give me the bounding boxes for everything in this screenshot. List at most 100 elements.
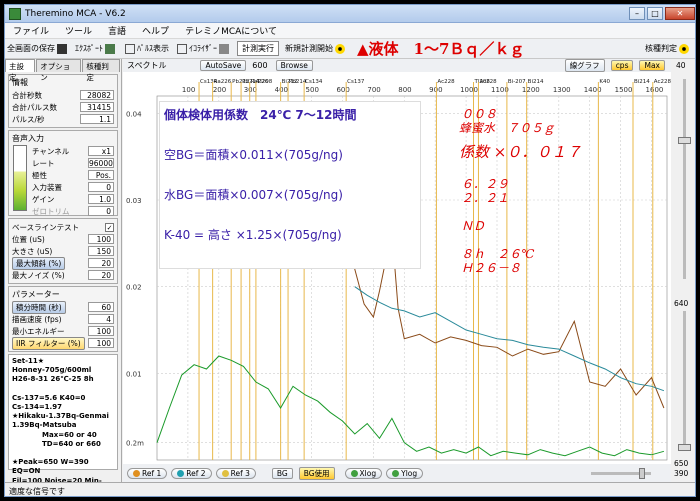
close-button[interactable]: ✕ <box>665 7 695 20</box>
new-measurement-button[interactable]: 新規計測開始 <box>285 43 345 54</box>
autosave-button[interactable]: AutoSave <box>200 60 247 71</box>
vertical-slider-track-2[interactable] <box>683 311 686 451</box>
x-tick-label: 200 <box>213 86 226 94</box>
audio-value[interactable]: Pos. <box>88 170 114 180</box>
cps-button[interactable]: cps <box>610 60 634 71</box>
equalizer-label: ｲｺﾗｲｻﾞｰ <box>189 44 217 53</box>
menu-help[interactable]: ヘルプ <box>134 24 177 37</box>
menu-language[interactable]: 言語 <box>100 24 134 37</box>
iir-filter-button[interactable]: IIR フィルター (%) <box>12 336 85 350</box>
menu-about[interactable]: テレミノMCAについて <box>177 24 285 37</box>
maximize-button[interactable]: □ <box>647 7 663 20</box>
audio-label: ゼロトリム <box>32 206 70 216</box>
params-value[interactable]: 60 <box>88 302 114 312</box>
equalizer-settings-icon <box>219 43 229 54</box>
bottom-slider-thumb[interactable] <box>639 467 645 479</box>
export-button[interactable]: ｴｸｽﾎﾟｰﾄ <box>75 43 117 54</box>
audio-value[interactable]: 96000 <box>88 158 114 168</box>
tab-options[interactable]: オプション <box>36 59 82 82</box>
menu-file[interactable]: ファイル <box>5 24 57 37</box>
baseline-value[interactable]: 100 <box>88 234 114 244</box>
nuclide-label: K40 <box>599 79 610 85</box>
equalizer-button[interactable]: ｲｺﾗｲｻﾞｰ <box>175 43 231 54</box>
integration-time-button[interactable]: 積分時間 (秒) <box>12 300 66 314</box>
params-value[interactable]: 100 <box>88 338 114 348</box>
x-tick-label: 100 <box>182 86 195 94</box>
run-measurement-button[interactable]: 計測実行 <box>237 41 279 56</box>
params-value[interactable]: 4 <box>88 314 114 324</box>
audio-value[interactable]: 0 <box>88 206 114 216</box>
baseline-value[interactable]: 150 <box>88 246 114 256</box>
tab-main-settings[interactable]: 主設定 <box>5 59 36 82</box>
vertical-slider-track[interactable] <box>683 79 686 279</box>
note-line: Max=60 or 40 TD=640 or 660 <box>42 430 101 448</box>
baseline-header: ベースラインテスト ✓ <box>12 221 114 233</box>
audio-row: 入力装置 0 <box>32 181 114 193</box>
nuclide-label: Ac228 <box>479 79 497 85</box>
note-line: Honney-705g/600ml <box>12 366 92 375</box>
xlog-label: Xlog <box>359 468 377 478</box>
params-row: 積分時間 (秒) 60 <box>12 300 114 314</box>
ref1-toggle[interactable]: Ref 1 <box>127 467 168 479</box>
audio-value[interactable]: 0 <box>88 182 114 192</box>
parameters-group: パラメーター 積分時間 (秒) 60 描画速度 (fps) 4 最小エネルギー 100… <box>8 286 118 352</box>
chart-toolbar: スペクトル AutoSave 600 Browse 線グラフ cps Max <box>123 59 671 72</box>
info-title: 情報 <box>12 78 28 87</box>
spectrum-chart-area: スペクトル AutoSave 600 Browse 線グラフ cps Max 0… <box>123 59 671 482</box>
nuclide-identify-button[interactable]: 核種判定 <box>645 43 689 54</box>
pulse-display-button[interactable]: ﾊﾟﾙｽ表示 <box>123 43 169 54</box>
audio-value[interactable]: 1.0 <box>88 194 114 204</box>
coefficient-note-box: 個体検体用係数 24℃ 7～12時間 空BG＝面積×0.011×(705g/ng… <box>159 101 421 269</box>
ref2-toggle[interactable]: Ref 2 <box>171 467 212 479</box>
tab-nuclide[interactable]: 核種判定 <box>82 59 120 82</box>
audio-title: 音声入力 <box>12 134 44 143</box>
ylog-toggle[interactable]: Ylog <box>386 467 424 479</box>
baseline-row: 大きさ (uS) 150 <box>12 245 114 257</box>
params-label: 最小エネルギー <box>12 326 65 336</box>
baseline-test-group: ベースラインテスト ✓ 位置 (uS) 100 大きさ (uS) 150 最大傾斜 (… <box>8 218 118 284</box>
x-tick-label: 300 <box>244 86 257 94</box>
max-button[interactable]: Max <box>639 60 665 71</box>
vertical-slider-thumb[interactable] <box>678 137 691 144</box>
ref3-toggle[interactable]: Ref 3 <box>215 467 256 479</box>
params-row: IIR フィルター (%) 100 <box>12 336 114 350</box>
radiation-icon <box>679 43 689 54</box>
x-tick-label: 1000 <box>460 86 478 94</box>
audio-value[interactable]: x1 <box>88 146 114 156</box>
minimize-button[interactable]: – <box>629 7 645 20</box>
baseline-label: 位置 (uS) <box>12 234 45 244</box>
left-panel: 主設定 オプション 核種判定 情報 合計秒数 28082 合計パルス数 31415 … <box>5 59 122 496</box>
bottom-slider[interactable] <box>591 467 651 479</box>
save-screen-button[interactable]: 全画面の保存 <box>7 43 69 54</box>
handwritten-line: Ｈ２６－８ <box>461 261 522 275</box>
menu-tools[interactable]: ツール <box>57 24 100 37</box>
baseline-checkbox[interactable]: ✓ <box>105 222 114 232</box>
save-screen-label: 全画面の保存 <box>7 44 55 53</box>
bg-button[interactable]: BG <box>271 467 293 479</box>
baseline-value[interactable]: 20 <box>88 258 114 268</box>
params-title: パラメーター <box>12 290 60 299</box>
y-tick-label: 0.03 <box>126 197 142 205</box>
camera-icon <box>57 43 67 54</box>
line-graph-button[interactable]: 線グラフ <box>564 59 605 72</box>
y-tick-label: 0.02 <box>126 284 142 292</box>
audio-label: チャンネル <box>32 146 70 156</box>
params-value[interactable]: 100 <box>88 326 114 336</box>
baseline-label: 大きさ (uS) <box>12 246 53 256</box>
title-bar: Theremino MCA - V6.2 – □ ✕ <box>5 5 695 23</box>
autosave-value[interactable]: 600 <box>252 61 267 70</box>
note-line: Set-11★ <box>12 357 45 365</box>
baseline-value[interactable]: 20 <box>88 270 114 280</box>
ylog-indicator <box>392 469 400 477</box>
handwritten-line: 係数 ×０．０１７ <box>459 143 582 161</box>
xlog-toggle[interactable]: Xlog <box>344 467 383 479</box>
ref1-indicator <box>133 469 140 477</box>
info-value: 28082 <box>80 90 114 100</box>
info-label: 合計秒数 <box>12 90 42 100</box>
notes-text[interactable]: Set-11★ Honney-705g/600ml H26-8-31 26℃-25 … <box>8 354 118 496</box>
max-slope-button[interactable]: 最大傾斜 (%) <box>12 256 66 270</box>
ref3-indicator <box>221 469 229 477</box>
vertical-slider-thumb-2[interactable] <box>678 444 691 451</box>
browse-button[interactable]: Browse <box>275 60 313 71</box>
use-bg-button[interactable]: BG使用 <box>298 466 335 480</box>
